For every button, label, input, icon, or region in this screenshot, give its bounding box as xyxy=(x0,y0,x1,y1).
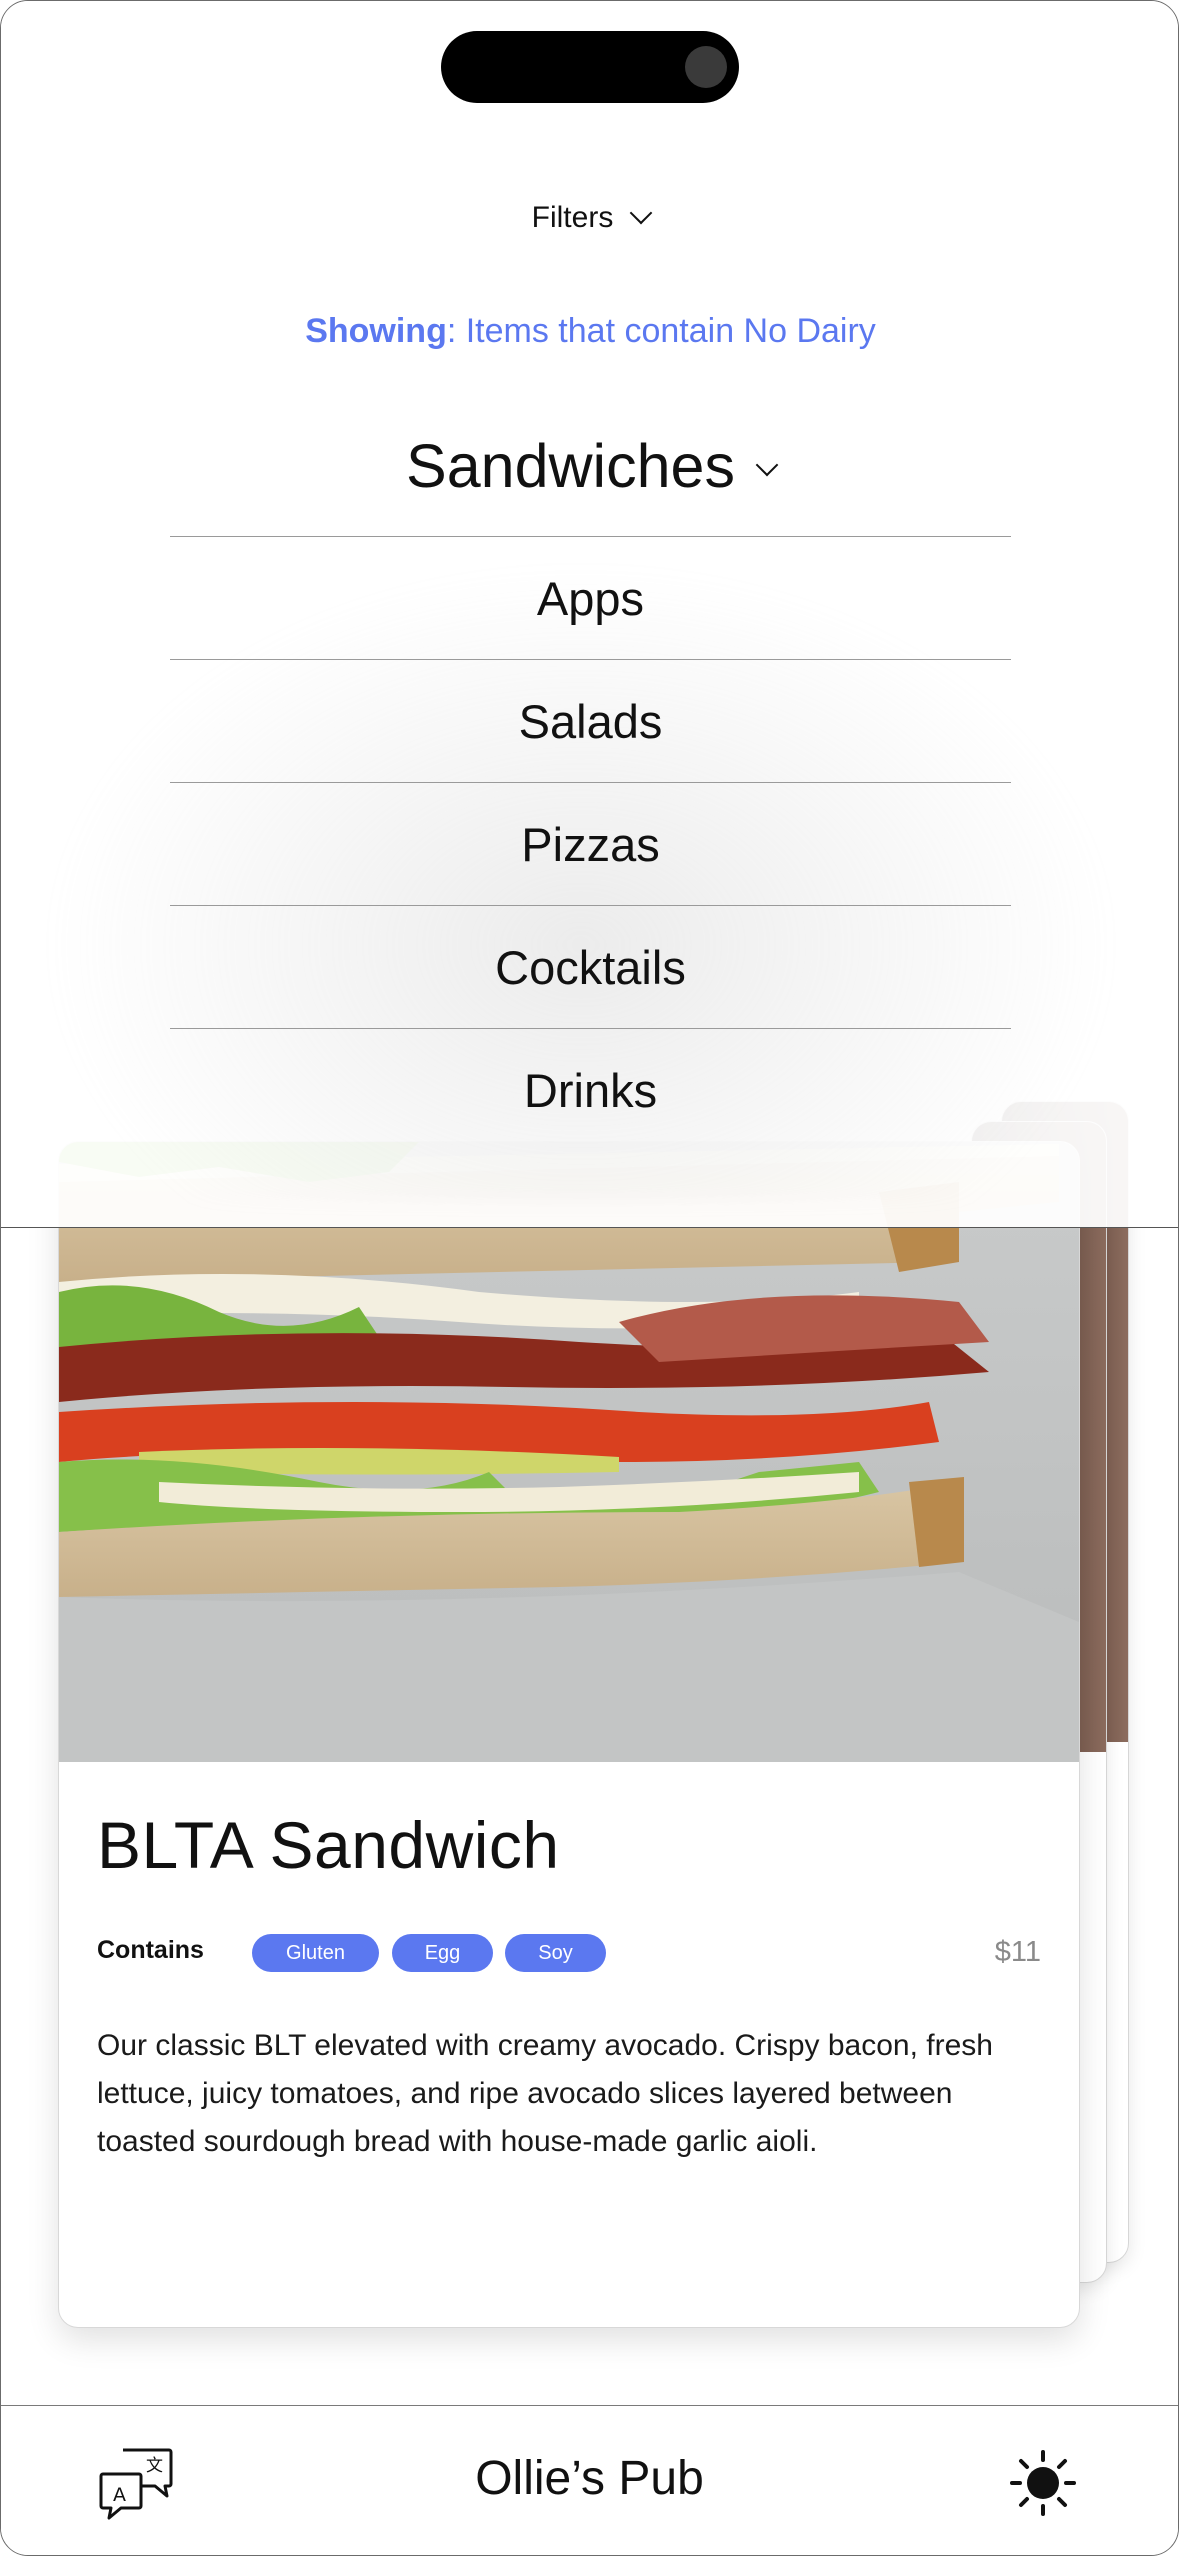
menu-item-card[interactable]: BLTA Sandwich Contains Gluten Egg Soy $1… xyxy=(58,1141,1080,2328)
category-menu: Apps Salads Pizzas Cocktails Drinks xyxy=(170,536,1011,1151)
allergen-row: Contains Gluten Egg Soy $11 xyxy=(97,1934,1041,1972)
camera-icon xyxy=(685,46,727,88)
showing-detail: : Items that contain No Dairy xyxy=(446,312,876,350)
chevron-down-icon xyxy=(630,201,653,225)
category-selector[interactable]: Sandwiches xyxy=(1,431,1178,501)
category-option-cocktails[interactable]: Cocktails xyxy=(170,905,1011,1028)
restaurant-name: Ollie’s Pub xyxy=(475,2452,704,2505)
category-option-pizzas[interactable]: Pizzas xyxy=(170,782,1011,905)
category-option-apps[interactable]: Apps xyxy=(170,536,1011,659)
dynamic-island xyxy=(441,31,739,103)
contains-label: Contains xyxy=(97,1936,204,1964)
current-category: Sandwiches xyxy=(406,432,735,500)
bottom-bar: 文 A Ollie’s Pub xyxy=(1,2405,1178,2555)
showing-prefix: Showing xyxy=(305,312,447,350)
allergen-tag: Egg xyxy=(392,1934,493,1972)
phone-frame: BLTA Sandwich Contains Gluten Egg Soy $1… xyxy=(0,0,1179,2556)
category-dropdown-overlay: Filters Showing: Items that contain No D… xyxy=(1,1,1178,1228)
sandwich-photo xyxy=(59,1142,1079,1762)
active-filter-text: Showing: Items that contain No Dairy xyxy=(1,312,1178,351)
theme-toggle-icon[interactable] xyxy=(1009,2449,1077,2517)
filters-label: Filters xyxy=(531,201,614,234)
category-option-drinks[interactable]: Drinks xyxy=(170,1028,1011,1151)
chevron-down-icon xyxy=(755,453,779,477)
allergen-tag: Soy xyxy=(505,1934,606,1972)
item-description: Our classic BLT elevated with creamy avo… xyxy=(97,2029,993,2158)
item-title: BLTA Sandwich xyxy=(97,1808,560,1882)
category-option-salads[interactable]: Salads xyxy=(170,659,1011,782)
item-price: $11 xyxy=(994,1936,1041,1968)
filters-button[interactable]: Filters xyxy=(1,201,1178,235)
allergen-tag: Gluten xyxy=(252,1934,379,1972)
